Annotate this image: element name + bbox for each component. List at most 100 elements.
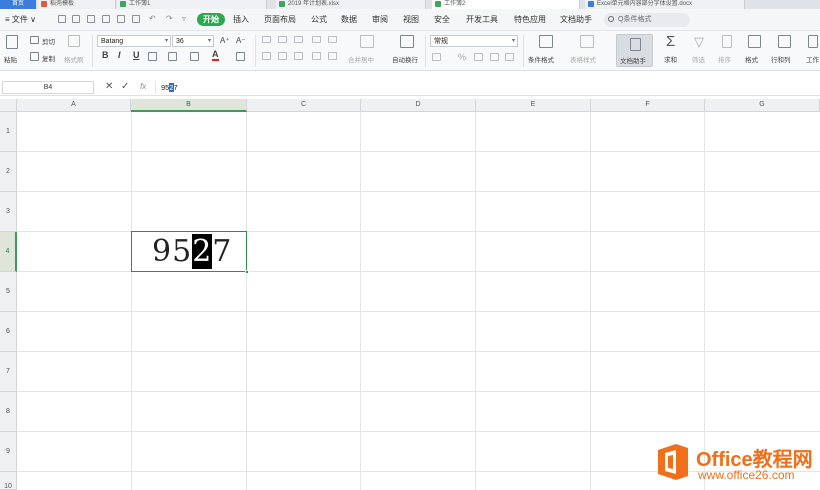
thousands-separator-icon[interactable] (474, 53, 483, 61)
row-header-9[interactable]: 9 (0, 432, 17, 472)
row-header-8[interactable]: 8 (0, 392, 17, 432)
align-right-icon[interactable] (294, 52, 303, 60)
tab-data[interactable]: 数据 (341, 14, 357, 25)
tab-doc-assistant[interactable]: 文档助手 (560, 14, 592, 25)
tab-word-doc[interactable]: Excel单元格内容部分字体设置.docx (585, 0, 745, 9)
new-file-icon[interactable] (58, 15, 66, 23)
row-header-6[interactable]: 6 (0, 312, 17, 352)
underline-button[interactable]: U (133, 50, 140, 60)
tab-developer[interactable]: 开发工具 (466, 14, 498, 25)
row-header-10[interactable]: 10 (0, 472, 17, 490)
paste-button[interactable]: 粘贴 (4, 54, 17, 64)
doc-assistant-button[interactable]: 文档助手 (616, 34, 653, 67)
search-input[interactable]: Q条件格式 (604, 13, 690, 27)
cut-button[interactable]: 剪切 (42, 36, 55, 46)
tab-home[interactable]: 首页 (0, 0, 36, 9)
column-header-f[interactable]: F (591, 99, 705, 112)
format-painter-button[interactable]: 格式刷 (64, 54, 84, 64)
merge-center-button[interactable]: 合并居中 (348, 54, 374, 64)
copy-icon[interactable] (30, 52, 39, 61)
row-col-icon[interactable] (778, 35, 791, 48)
formula-input[interactable]: 9527 (155, 81, 815, 94)
insert-function-icon[interactable]: fx (140, 82, 146, 91)
table-style-button[interactable]: 表格样式 (570, 54, 596, 64)
grow-font-button[interactable]: A⁺ (220, 36, 230, 45)
format-icon[interactable] (748, 35, 761, 48)
export-pdf-icon[interactable] (102, 15, 110, 23)
increase-decimal-icon[interactable] (490, 53, 499, 61)
tab-formulas[interactable]: 公式 (311, 14, 327, 25)
fill-color-icon[interactable] (190, 52, 199, 61)
print-preview-icon[interactable] (132, 15, 140, 23)
tab-special-apps[interactable]: 特色应用 (514, 14, 546, 25)
row-header-7[interactable]: 7 (0, 352, 17, 392)
font-name-select[interactable]: Batang ▾ (97, 35, 171, 47)
conditional-format-button[interactable]: 条件格式 (528, 54, 554, 64)
wrap-text-button[interactable]: 自动换行 (392, 54, 418, 64)
indent-increase-icon[interactable] (328, 36, 337, 43)
column-header-a[interactable]: A (17, 99, 131, 112)
sum-icon[interactable]: Σ (666, 33, 675, 50)
percent-button[interactable]: % (458, 52, 466, 62)
name-box[interactable]: B4 (2, 81, 94, 94)
tab-insert[interactable]: 插入 (233, 14, 249, 25)
tab-security[interactable]: 安全 (434, 14, 450, 25)
print-icon[interactable] (117, 15, 125, 23)
paste-icon[interactable] (6, 35, 18, 49)
row-header-2[interactable]: 2 (0, 152, 17, 192)
number-format-select[interactable]: 常规 ▾ (430, 35, 518, 47)
copy-button[interactable]: 复制 (42, 53, 55, 63)
tab-plan-2019[interactable]: 2019 年计划表.xlsx (276, 0, 426, 9)
row-header-1[interactable]: 1 (0, 112, 17, 152)
filter-button[interactable]: 筛选 (692, 54, 705, 64)
row-header-5[interactable]: 5 (0, 272, 17, 312)
align-top-icon[interactable] (262, 36, 271, 43)
font-size-select[interactable]: 36 ▾ (172, 35, 214, 47)
filter-icon[interactable]: ▽ (694, 34, 704, 50)
tab-workbook-2[interactable]: 工作簿2 (432, 0, 580, 9)
italic-button[interactable]: I (118, 50, 121, 60)
worksheet-icon[interactable] (808, 35, 818, 48)
scissors-icon[interactable] (30, 36, 39, 44)
conditional-format-icon[interactable] (539, 35, 553, 48)
merge-center-icon[interactable] (360, 35, 374, 48)
borders-icon[interactable] (148, 52, 157, 61)
redo-icon[interactable]: ↷ (166, 14, 173, 23)
column-header-c[interactable]: C (247, 99, 361, 112)
column-header-e[interactable]: E (476, 99, 591, 112)
open-file-icon[interactable] (72, 15, 80, 23)
bold-button[interactable]: B (102, 50, 109, 60)
confirm-edit-icon[interactable]: ✓ (121, 81, 129, 92)
align-bottom-icon[interactable] (294, 36, 303, 43)
currency-icon[interactable] (432, 53, 441, 61)
select-all-corner[interactable] (0, 99, 17, 112)
row-header-4[interactable]: 4 (0, 232, 17, 272)
justify-icon[interactable] (312, 52, 321, 60)
align-left-icon[interactable] (262, 52, 271, 60)
row-col-button[interactable]: 行和列 (771, 54, 791, 64)
tab-page-layout[interactable]: 页面布局 (264, 14, 296, 25)
column-header-d[interactable]: D (361, 99, 476, 112)
format-painter-icon[interactable] (68, 35, 80, 47)
clear-format-icon[interactable] (236, 52, 245, 61)
tab-workbook-1[interactable]: 工作簿1 (117, 0, 267, 9)
fill-handle[interactable] (245, 270, 249, 274)
tab-review[interactable]: 审阅 (372, 14, 388, 25)
undo-icon[interactable]: ↶ (149, 14, 156, 23)
worksheet-button[interactable]: 工作 (806, 54, 819, 64)
tab-view[interactable]: 视图 (403, 14, 419, 25)
customize-toolbar-icon[interactable]: ▿ (182, 14, 186, 23)
save-icon[interactable] (87, 15, 95, 23)
sort-icon[interactable] (722, 35, 732, 48)
indent-decrease-icon[interactable] (312, 36, 321, 43)
distributed-icon[interactable] (328, 52, 337, 60)
format-button[interactable]: 格式 (745, 54, 758, 64)
shrink-font-button[interactable]: A⁻ (236, 36, 246, 45)
tab-docer-templates[interactable]: 稻壳模板 (38, 0, 116, 9)
strikethrough-icon[interactable] (168, 52, 177, 61)
align-center-icon[interactable] (278, 52, 287, 60)
row-header-3[interactable]: 3 (0, 192, 17, 232)
file-menu[interactable]: ≡ 文件 ∨ (5, 14, 36, 25)
cell-b4-content[interactable]: 9527 (152, 234, 232, 269)
wrap-text-icon[interactable] (400, 35, 414, 48)
